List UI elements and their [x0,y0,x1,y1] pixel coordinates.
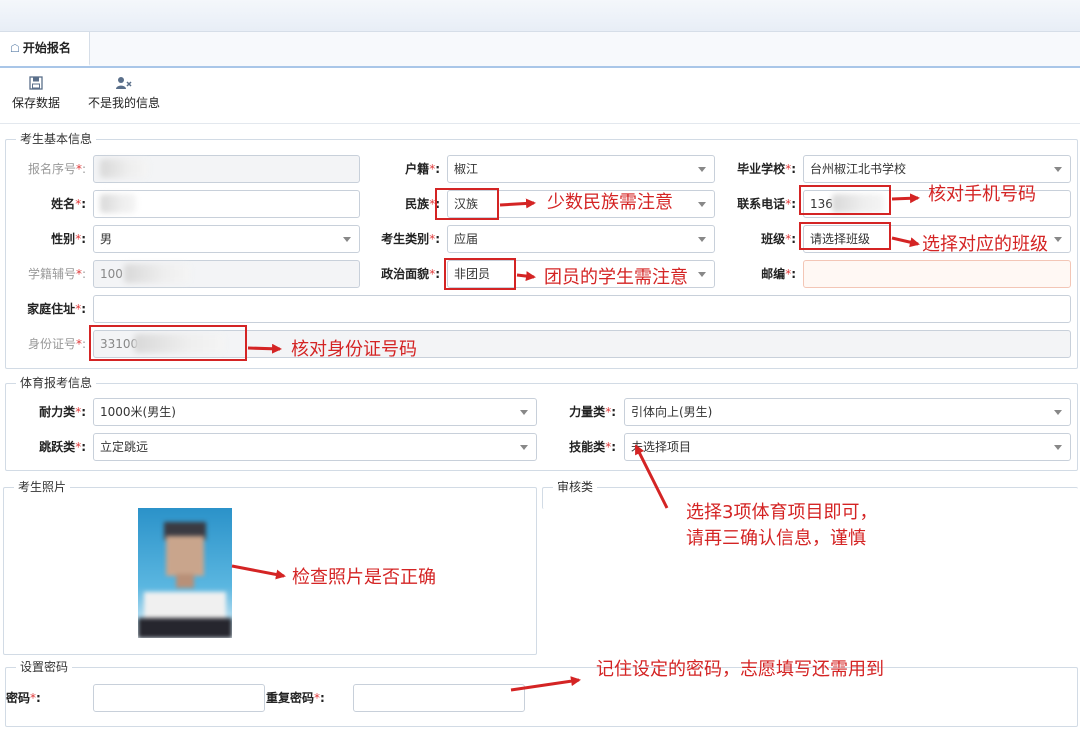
class-arrow [891,236,920,248]
sports-annotation-line2: 请再三确认信息，谨慎 [686,528,866,549]
minzu-arrow [499,198,536,209]
minzu-annotation: 少数民族需注意 [547,192,673,213]
idcard-annotation: 核对身份证号码 [291,339,417,360]
idcard-arrow [247,343,282,354]
class-annotation: 选择对应的班级 [922,234,1048,255]
phone-annotation: 核对手机号码 [928,184,1036,205]
politics-arrow [516,271,536,282]
sports-arrow [634,444,669,509]
photo-arrow [231,564,286,580]
photo-annotation: 检查照片是否正确 [292,567,436,588]
phone-arrow [891,193,920,204]
politics-annotation: 团员的学生需注意 [544,267,688,288]
password-arrow [510,676,581,692]
password-annotation: 记住设定的密码，志愿填写还需用到 [596,659,884,680]
sports-annotation-line1: 选择3项体育项目即可， [686,502,878,523]
annotation-arrows [231,193,920,692]
